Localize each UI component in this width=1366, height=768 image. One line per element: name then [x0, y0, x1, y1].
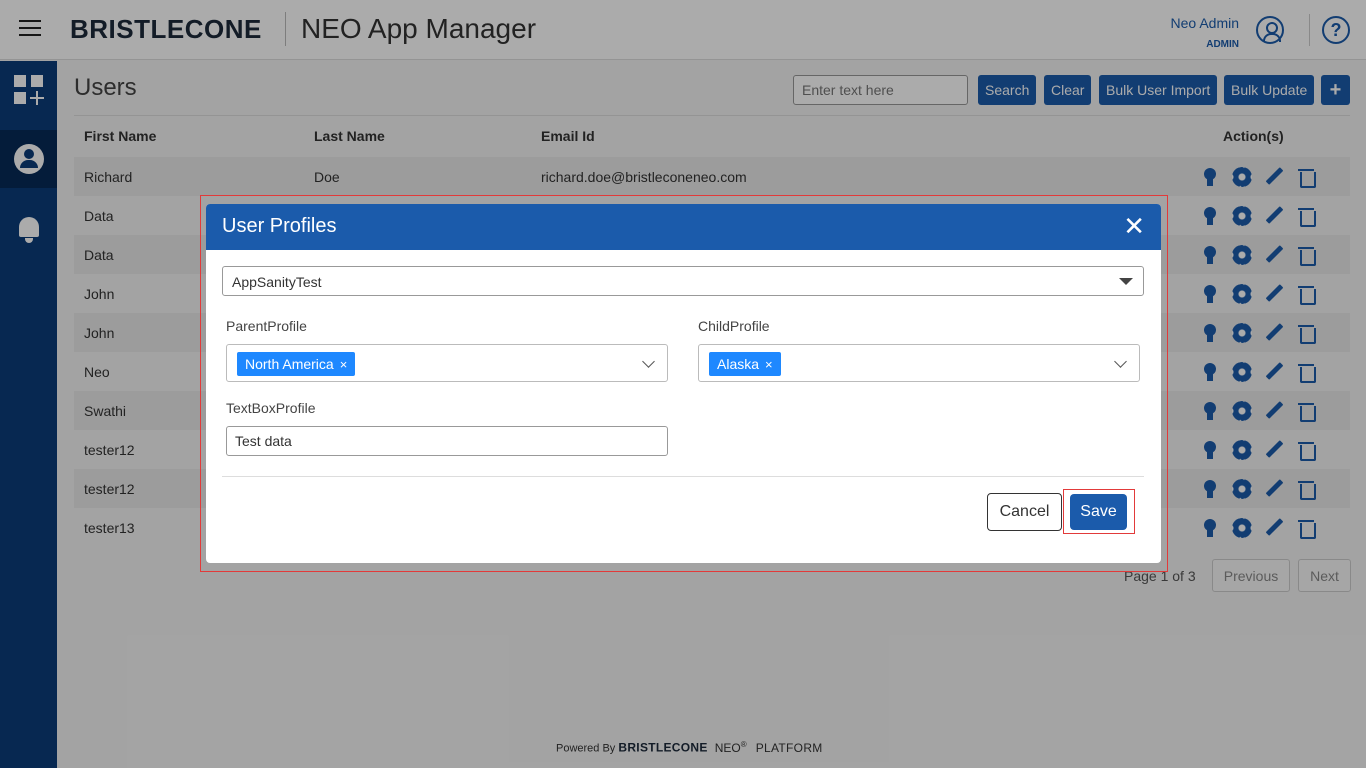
- chip-remove-icon[interactable]: ×: [340, 357, 348, 372]
- chip-label: North America: [245, 356, 334, 372]
- modal-footer-divider: [222, 476, 1144, 477]
- parent-profile-multiselect[interactable]: North America ×: [226, 344, 668, 382]
- chip-remove-icon[interactable]: ×: [765, 357, 773, 372]
- app-select-value: AppSanityTest: [232, 274, 322, 290]
- chevron-down-icon[interactable]: [642, 355, 655, 368]
- save-button[interactable]: Save: [1070, 494, 1127, 530]
- parent-profile-label: ParentProfile: [226, 318, 307, 334]
- child-profile-multiselect[interactable]: Alaska ×: [698, 344, 1140, 382]
- chip-label: Alaska: [717, 356, 760, 372]
- child-profile-label: ChildProfile: [698, 318, 770, 334]
- modal-header: User Profiles ✕: [206, 204, 1161, 250]
- caret-down-icon: [1119, 278, 1133, 285]
- chevron-down-icon[interactable]: [1114, 355, 1127, 368]
- app-select-dropdown[interactable]: AppSanityTest: [222, 266, 1144, 296]
- textbox-profile-input[interactable]: [226, 426, 668, 456]
- user-profiles-modal: User Profiles ✕ AppSanityTest ParentProf…: [206, 204, 1161, 563]
- cancel-button[interactable]: Cancel: [987, 493, 1062, 531]
- parent-profile-chip: North America ×: [237, 352, 356, 376]
- textbox-profile-label: TextBoxProfile: [226, 400, 316, 416]
- close-icon[interactable]: ✕: [1123, 213, 1145, 239]
- modal-title: User Profiles: [222, 215, 337, 237]
- child-profile-chip: Alaska ×: [709, 352, 781, 376]
